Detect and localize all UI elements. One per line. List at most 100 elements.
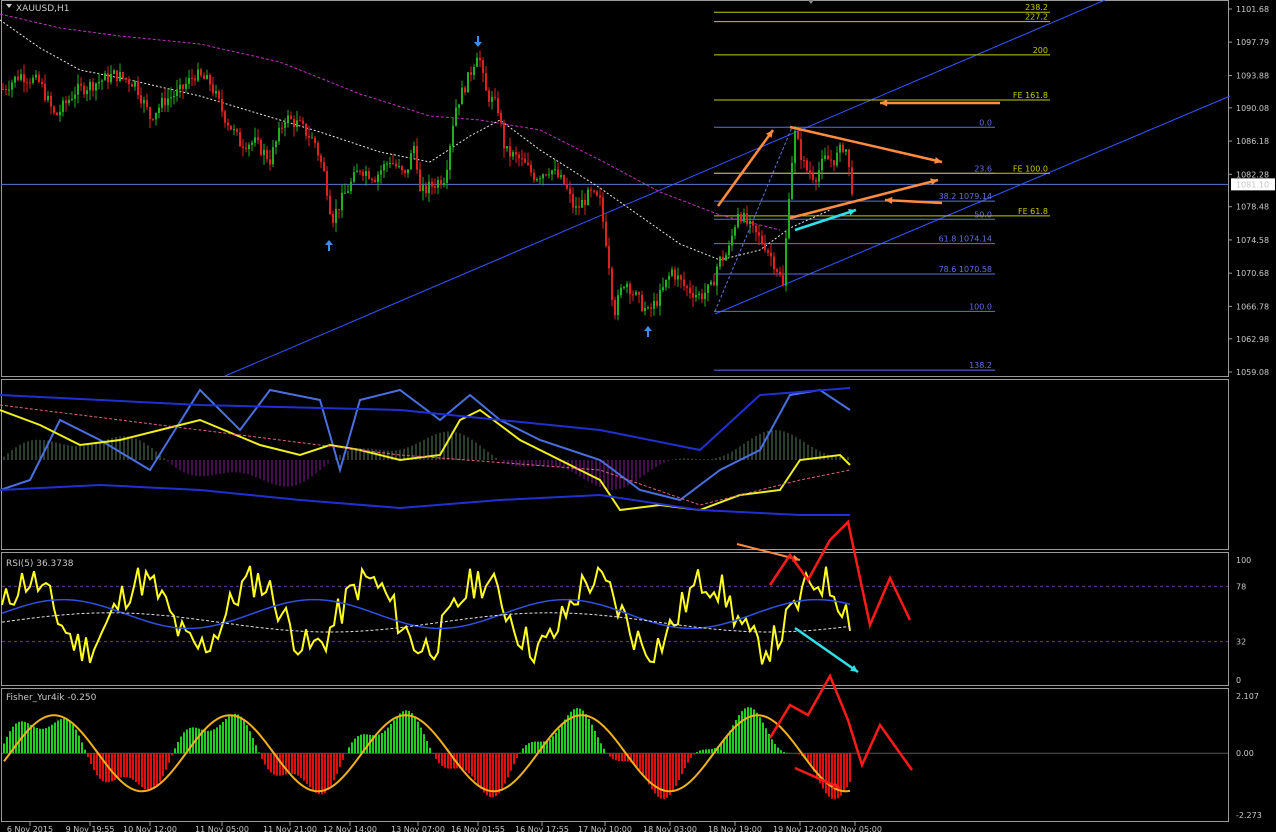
fisher-bar [741,711,743,754]
candle-body [629,283,631,295]
fisher-bar [111,753,113,782]
ma-slow-line [0,13,781,231]
fisher-bar [156,753,158,787]
candle-body [755,225,757,233]
fisher-bar [138,753,140,785]
candle-body [665,279,667,288]
candle-body [749,221,751,224]
candle-body [557,169,559,178]
fisher-bar [825,753,827,794]
fisher-bar [270,753,272,773]
candle-body [458,104,460,108]
candle-body [761,235,763,244]
fisher-bar [705,749,707,754]
candle-body [164,97,166,106]
candle-body [200,69,202,76]
candle-body [734,227,736,236]
candle-body [767,250,769,253]
candle-body [497,98,499,113]
candle-body [521,158,523,160]
candle-body [713,281,715,286]
candle-body [353,172,355,182]
signal-up-arrow-icon [644,326,652,337]
fisher-bar [411,713,413,754]
candle-body [488,90,490,102]
candle-body [725,255,727,261]
title-box[interactable]: XAUUSD,H1 [6,4,70,14]
candle-body [26,82,28,84]
candle-body [125,77,127,80]
fisher-title: Fisher_Yur4ik -0.250 [6,693,97,703]
candle-body [704,292,706,300]
candle-body [455,107,457,126]
candle-body [110,73,112,83]
fisher-bar [522,748,524,754]
candle-body [530,164,532,173]
fisher-bar [357,736,359,754]
fisher-bar [612,753,614,759]
candle-body [599,195,601,198]
fisher-tick-label: 0.00 [1236,749,1254,758]
fisher-bar [402,711,404,754]
fisher-bar [657,753,659,797]
fisher-bar [351,742,353,754]
fisher-bar [273,753,275,775]
candle-body [434,186,436,188]
fisher-bar [684,753,686,769]
fisher-bar [765,728,767,754]
fisher-tick-label: -2.273 [1236,811,1262,820]
fisher-bar [843,753,845,792]
fisher-bar [375,735,377,754]
fisher-bar [330,753,332,786]
candle-body [389,162,391,164]
fisher-bar [774,743,776,754]
candle-body [809,170,811,174]
fisher-bar [759,717,761,754]
fisher-bar [462,753,464,770]
candle-body [806,160,808,171]
time-tick-label: 18 Nov 19:00 [708,825,762,832]
candle-body [386,163,388,165]
fisher-bar [225,718,227,754]
time-tick-label: 13 Nov 07:00 [391,825,445,832]
chevron-down-icon[interactable] [6,4,12,8]
candle-body [743,213,745,222]
candle-body [71,98,73,100]
ma-fast-line [0,19,831,261]
fisher-bar [552,736,554,754]
fisher-bar [396,716,398,754]
candle-body [380,170,382,175]
candle-body [359,170,361,172]
candle-body [332,213,334,223]
candle-body [698,293,700,296]
fisher-bar [9,731,11,754]
candle-body [254,137,256,143]
candle-body [410,153,412,170]
trading-chart[interactable]: XAUUSD,H1 0.0 23.6 38.2 1079.14 50.0 61.8 10… [0,0,1276,832]
fisher-bar [837,753,839,799]
channel-upper-line[interactable] [224,0,1106,377]
fisher-bar [681,753,683,774]
candle-body [779,271,781,276]
fisher-bar [426,741,428,754]
fisher-bar [360,734,362,754]
fisher-bar [678,753,680,781]
candle-body [146,100,148,108]
candle-body [785,238,787,286]
main-panel-frame [1,0,1229,377]
scroll-marker-icon[interactable] [808,0,814,4]
rsi-tick-label: 0 [1236,676,1241,685]
fisher-bar [231,714,233,754]
candle-body [572,194,574,208]
candle-body [188,77,190,84]
candle-body [845,149,847,152]
fisher-bar [645,753,647,780]
candle-body [683,279,685,287]
candle-body [101,80,103,82]
candle-body [803,159,805,161]
candle-body [632,294,634,296]
candle-body [182,84,184,89]
candle-body [383,164,385,171]
fisher-bar [168,753,170,763]
candle-body [659,290,661,306]
